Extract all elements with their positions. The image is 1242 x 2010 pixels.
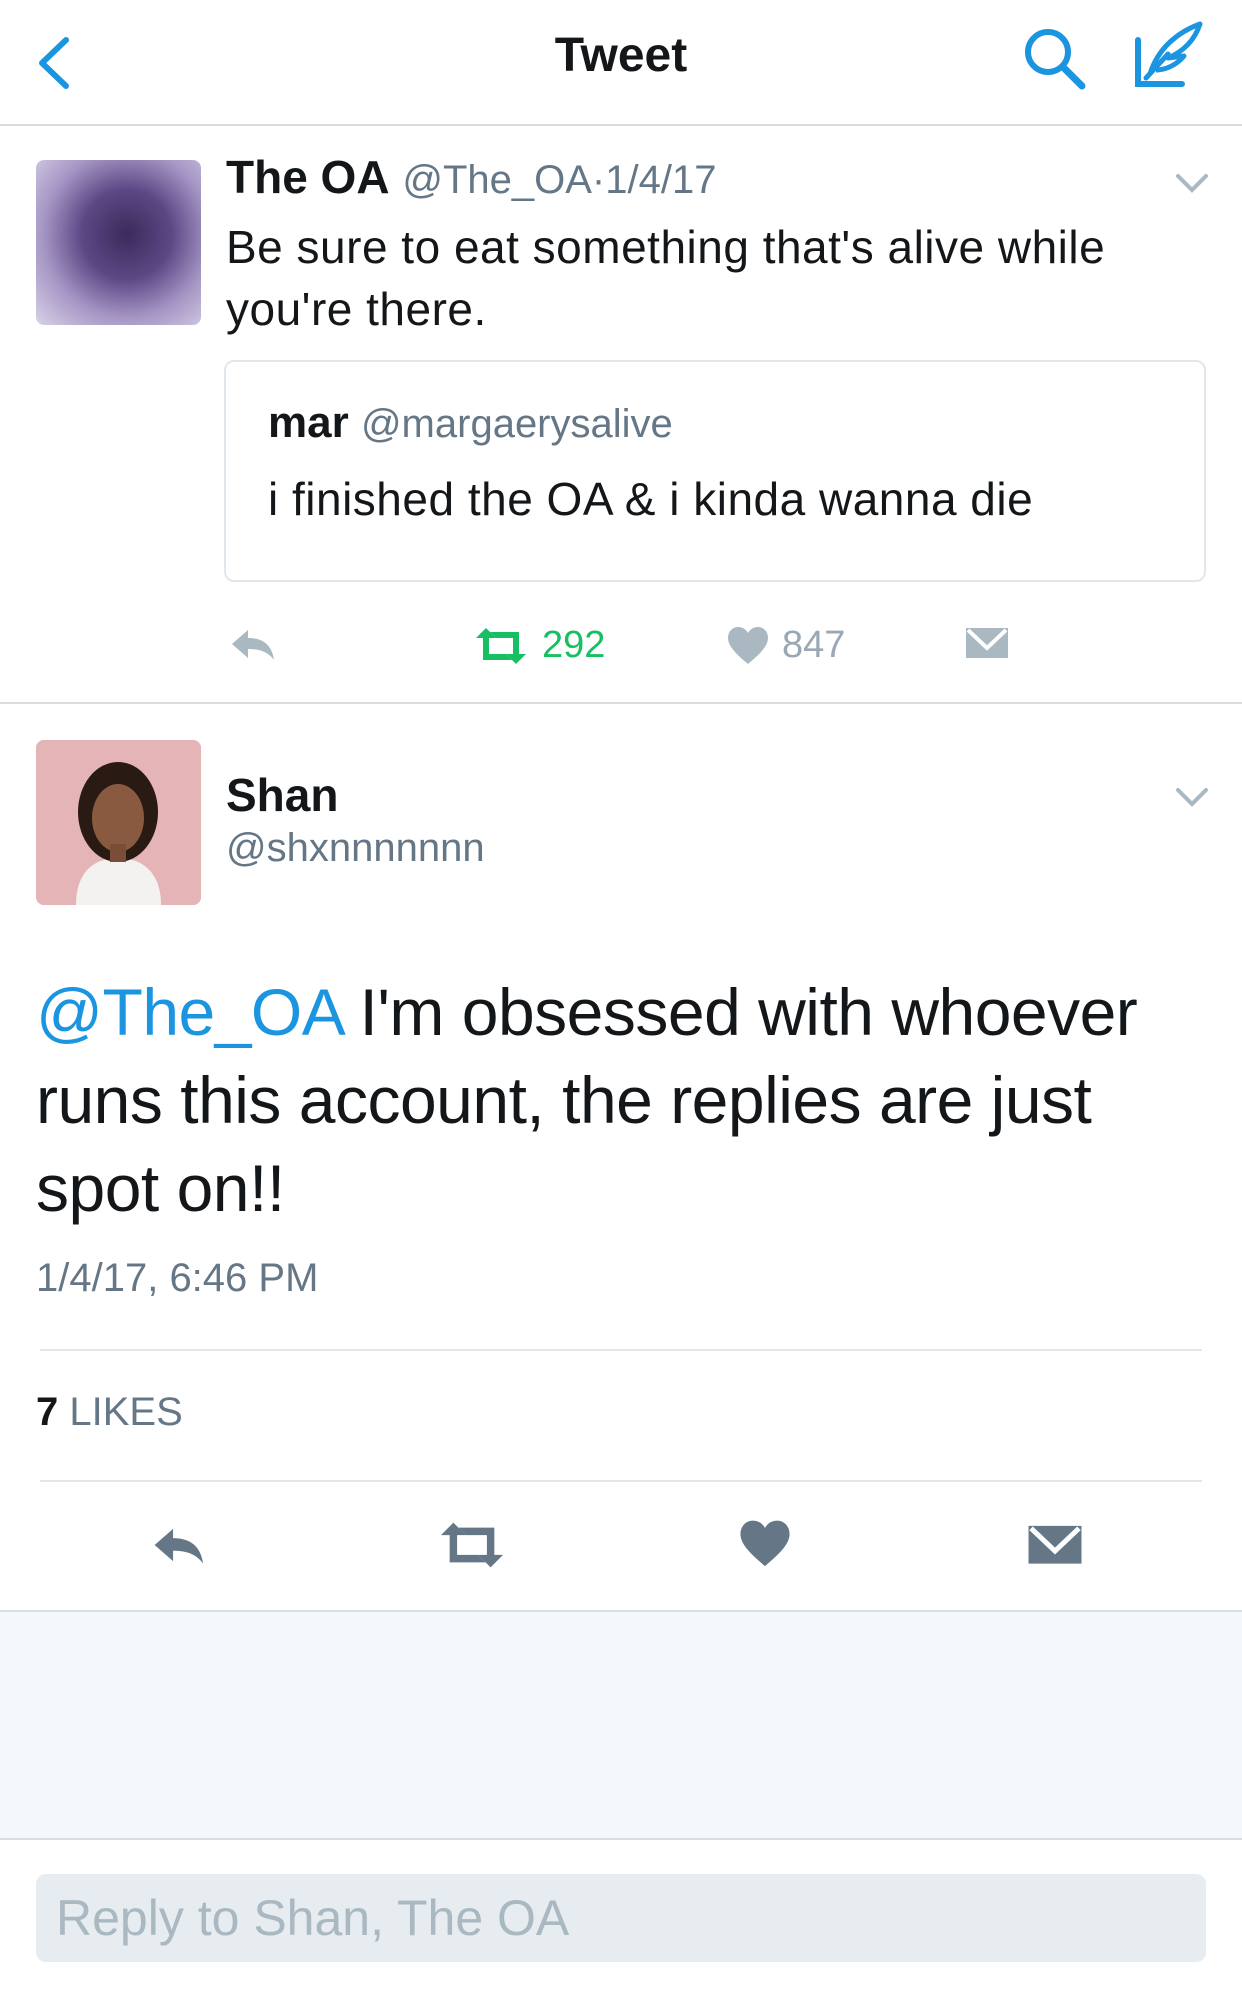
tweet-header: The OA @The_OA·1/4/17 (226, 150, 716, 204)
tweet-menu-button[interactable] (1172, 168, 1212, 198)
chevron-down-icon (1176, 788, 1208, 807)
retweet-icon (476, 627, 526, 664)
reply-button[interactable] (228, 624, 292, 664)
retweet-button[interactable] (436, 1520, 508, 1575)
quoted-tweet-card[interactable]: mar @margaerysalive i finished the OA & … (224, 360, 1206, 582)
retweet-button[interactable]: 292 (472, 624, 605, 667)
retweet-icon (440, 1522, 504, 1568)
author-name[interactable]: The OA (226, 151, 390, 203)
author-handle[interactable]: @The_OA (402, 158, 592, 202)
direct-message-button[interactable] (1026, 1520, 1084, 1577)
heart-icon (728, 626, 768, 664)
heart-icon (740, 1520, 790, 1567)
top-nav-bar: Tweet (0, 0, 1242, 126)
likes-label: LIKES (69, 1390, 183, 1434)
reply-input[interactable] (36, 1874, 1206, 1962)
search-icon (1025, 29, 1086, 90)
main-tweet-text: @The_OA I'm obsessed with whoever runs t… (36, 968, 1216, 1232)
mention-link[interactable]: @The_OA (36, 975, 342, 1049)
avatar-the-oa[interactable] (36, 160, 201, 325)
divider (40, 1480, 1202, 1482)
envelope-icon (1028, 1525, 1082, 1564)
search-button[interactable] (1020, 24, 1090, 94)
like-button[interactable] (738, 1518, 792, 1575)
quote-author-handle: @margaerysalive (360, 402, 673, 446)
tweet-text: Be sure to eat something that's alive wh… (226, 221, 1106, 335)
envelope-icon (966, 628, 1008, 658)
empty-replies-area (0, 1612, 1242, 1838)
separator-dot: · (591, 158, 606, 202)
reply-button[interactable] (150, 1520, 210, 1575)
author-handle[interactable]: @shxnnnnnnn (226, 826, 485, 871)
divider (0, 1838, 1242, 1840)
chevron-down-icon (1176, 174, 1208, 193)
retweet-count: 292 (542, 624, 606, 666)
back-button[interactable] (30, 28, 80, 98)
compose-tweet-button[interactable] (1128, 18, 1208, 94)
compose-quill-icon (1135, 21, 1203, 87)
reply-icon (232, 630, 274, 660)
tweet-date: 1/4/17 (605, 158, 717, 202)
reply-icon (154, 1528, 204, 1564)
quote-header: mar @margaerysalive (268, 398, 673, 448)
tweet-timestamp: 1/4/17, 6:46 PM (36, 1256, 319, 1300)
quote-author-name: mar (268, 398, 349, 447)
like-count: 847 (782, 624, 846, 666)
tweet-action-bar: 292 847 (0, 620, 1242, 680)
direct-message-button[interactable] (964, 624, 1022, 664)
like-button[interactable]: 847 (726, 624, 845, 667)
likes-summary[interactable]: 7 LIKES (36, 1390, 183, 1435)
quote-text: i finished the OA & i kinda wanna die (268, 473, 1034, 525)
likes-count: 7 (36, 1390, 59, 1434)
avatar-shan[interactable] (36, 740, 201, 905)
divider (0, 702, 1242, 704)
divider (40, 1349, 1202, 1351)
chevron-left-icon (39, 37, 69, 89)
author-name[interactable]: Shan (226, 768, 338, 822)
portrait-image (36, 740, 201, 905)
tweet-menu-button[interactable] (1172, 782, 1212, 812)
